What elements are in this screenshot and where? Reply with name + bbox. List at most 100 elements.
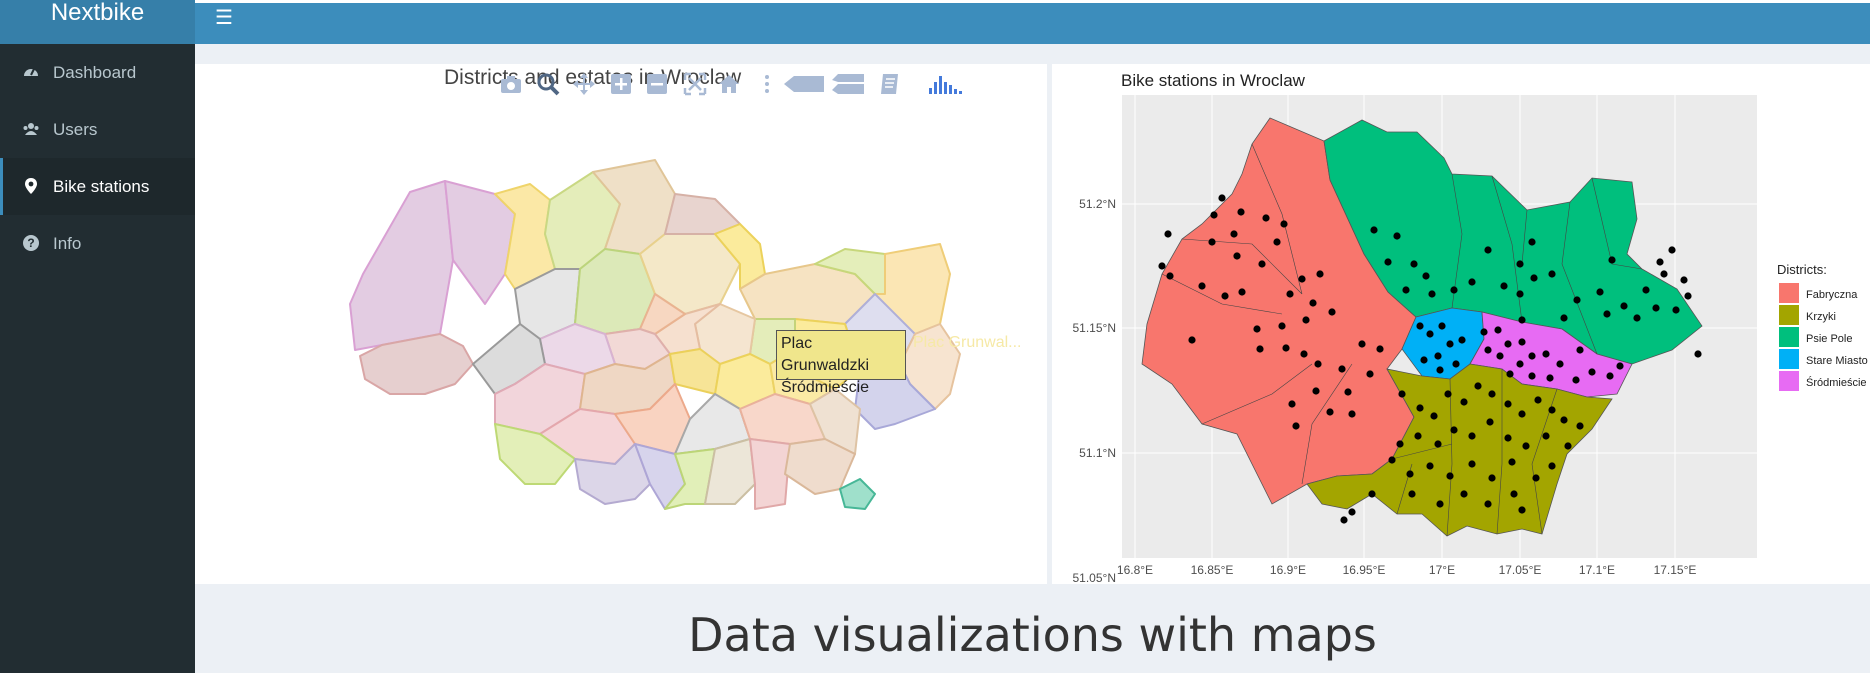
bike-station-point [1256, 345, 1264, 353]
bike-station-point [1633, 314, 1641, 322]
legend: Districts: Fabryczna Krzyki Psie Pole St… [1777, 262, 1868, 391]
districts-map-panel: Districts and estates in Wroclaw Plac Gr… [195, 64, 1047, 584]
estate-polygon [349, 180, 454, 351]
bike-station-point [1518, 506, 1526, 514]
bike-station-point [1694, 350, 1702, 358]
legend-label: Fabryczna [1806, 289, 1858, 301]
bike-station-point [1684, 292, 1692, 300]
bike-station-point [1576, 346, 1584, 354]
plotly-logo-icon[interactable] [925, 70, 969, 98]
bike-station-point [1468, 460, 1476, 468]
bike-station-point [1420, 356, 1428, 364]
autoscale-icon[interactable] [681, 70, 709, 98]
users-icon [23, 123, 39, 135]
bike-station-point [1288, 400, 1296, 408]
bike-station-point [1608, 256, 1616, 264]
bike-station-point [1312, 387, 1320, 395]
districts-map[interactable] [195, 64, 1047, 584]
bike-stations-map: 51.2°N 51.15°N 51.1°N 51.05°N 16.8°E 16.… [1073, 95, 1868, 584]
x-tick-label: 17.1°E [1579, 563, 1615, 577]
bike-station-point [1422, 272, 1430, 280]
zoom-in-icon[interactable] [607, 70, 635, 98]
legend-label: Psie Pole [1806, 333, 1852, 345]
bike-station-point [1416, 404, 1424, 412]
bike-station-point [1302, 316, 1310, 324]
camera-icon[interactable] [497, 70, 525, 98]
bike-station-point [1468, 432, 1476, 440]
bike-station-point [1388, 456, 1396, 464]
app-name: Nextbike [50, 0, 145, 26]
bike-station-point [1408, 490, 1416, 498]
main-header: Nextbike ☰ [0, 0, 1870, 44]
bike-station-point [1426, 462, 1434, 470]
bike-station-point [1446, 340, 1454, 348]
zoom-out-icon[interactable] [643, 70, 671, 98]
bike-station-point [1237, 208, 1245, 216]
bike-station-point [1446, 472, 1454, 480]
bike-station-point [1396, 440, 1404, 448]
sidebar-item-users[interactable]: Users [0, 101, 195, 158]
toggle-hover-icon[interactable] [876, 70, 904, 98]
bike-station-point [1488, 474, 1496, 482]
sidebar-item-bike-stations[interactable]: Bike stations [0, 158, 195, 215]
bike-station-point [1434, 440, 1442, 448]
bike-station-point [1668, 246, 1676, 254]
bike-station-point [1278, 322, 1286, 330]
bike-station-point [1348, 508, 1356, 516]
pan-icon[interactable] [570, 70, 598, 98]
bike-station-point [1376, 345, 1384, 353]
legend-key [1779, 283, 1799, 303]
bike-station-point [1368, 490, 1376, 498]
spike-icon[interactable] [753, 70, 781, 98]
sidebar: Dashboard Users Bike stations ? Info [0, 44, 195, 673]
sidebar-toggle-icon[interactable]: ☰ [215, 5, 233, 30]
bike-station-point [1556, 360, 1564, 368]
y-tick-label: 51.2°N [1079, 197, 1116, 211]
bike-station-point [1504, 340, 1512, 348]
bike-station-point [1642, 286, 1650, 294]
bike-station-point [1460, 490, 1468, 498]
legend-label: Stare Miasto [1806, 355, 1868, 367]
legend-label: Śródmieście [1806, 376, 1867, 389]
hover-compare-icon[interactable] [830, 70, 866, 98]
x-tick-label: 16.8°E [1117, 563, 1153, 577]
bike-station-point [1273, 238, 1281, 246]
bike-station-point [1188, 336, 1196, 344]
bike-station-point [1426, 330, 1434, 338]
bike-station-point [1452, 360, 1460, 368]
bike-station-point [1348, 410, 1356, 418]
hover-closest-icon[interactable] [782, 70, 826, 98]
bike-station-point [1656, 258, 1664, 266]
bike-station-point [1588, 368, 1596, 376]
tooltip-estate: Plac Grunwaldzki [781, 335, 870, 374]
home-icon[interactable] [715, 70, 743, 98]
page-heading: Data visualizations with maps [688, 608, 1377, 662]
bike-station-point [1208, 238, 1216, 246]
bike-station-point [1548, 270, 1556, 278]
bike-station-point [1516, 260, 1524, 268]
sidebar-item-dashboard[interactable]: Dashboard [0, 44, 195, 101]
bike-station-point [1530, 274, 1538, 282]
bike-station-point [1548, 462, 1556, 470]
bike-station-point [1484, 346, 1492, 354]
bike-station-point [1560, 416, 1568, 424]
bike-station-point [1414, 432, 1422, 440]
bike-station-point [1253, 325, 1261, 333]
bike-station-point [1494, 326, 1502, 334]
bike-station-point [1384, 258, 1392, 266]
bike-station-point [1221, 292, 1229, 300]
app-logo[interactable]: Nextbike [0, 0, 195, 44]
sidebar-item-label: Users [53, 120, 98, 139]
bike-station-point [1210, 211, 1218, 219]
bike-station-point [1652, 304, 1660, 312]
bike-station-point [1573, 296, 1581, 304]
top-navbar: ☰ [195, 0, 1870, 44]
bike-station-point [1516, 360, 1524, 368]
bike-station-point [1340, 516, 1348, 524]
x-tick-label: 16.9°E [1270, 563, 1306, 577]
zoom-icon[interactable] [534, 70, 562, 98]
bike-station-point [1370, 226, 1378, 234]
sidebar-item-info[interactable]: ? Info [0, 215, 195, 272]
bike-station-point [1542, 432, 1550, 440]
bike-station-point [1484, 500, 1492, 508]
